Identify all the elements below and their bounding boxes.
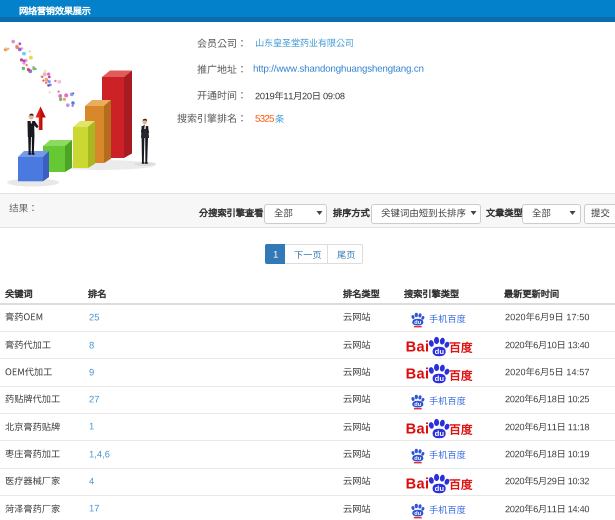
svg-text:du: du <box>435 429 445 438</box>
svg-text:du: du <box>414 402 421 408</box>
svg-text:du: du <box>435 483 445 492</box>
svg-text:du: du <box>435 347 445 356</box>
svg-text:Bai: Bai <box>406 367 430 383</box>
svg-text:du: du <box>435 374 445 383</box>
svg-text:Bai: Bai <box>406 421 430 437</box>
svg-text:du: du <box>414 511 421 517</box>
svg-text:Bai: Bai <box>406 476 430 492</box>
svg-text:du: du <box>414 457 421 463</box>
svg-text:du: du <box>414 320 421 326</box>
svg-text:Bai: Bai <box>406 340 430 356</box>
